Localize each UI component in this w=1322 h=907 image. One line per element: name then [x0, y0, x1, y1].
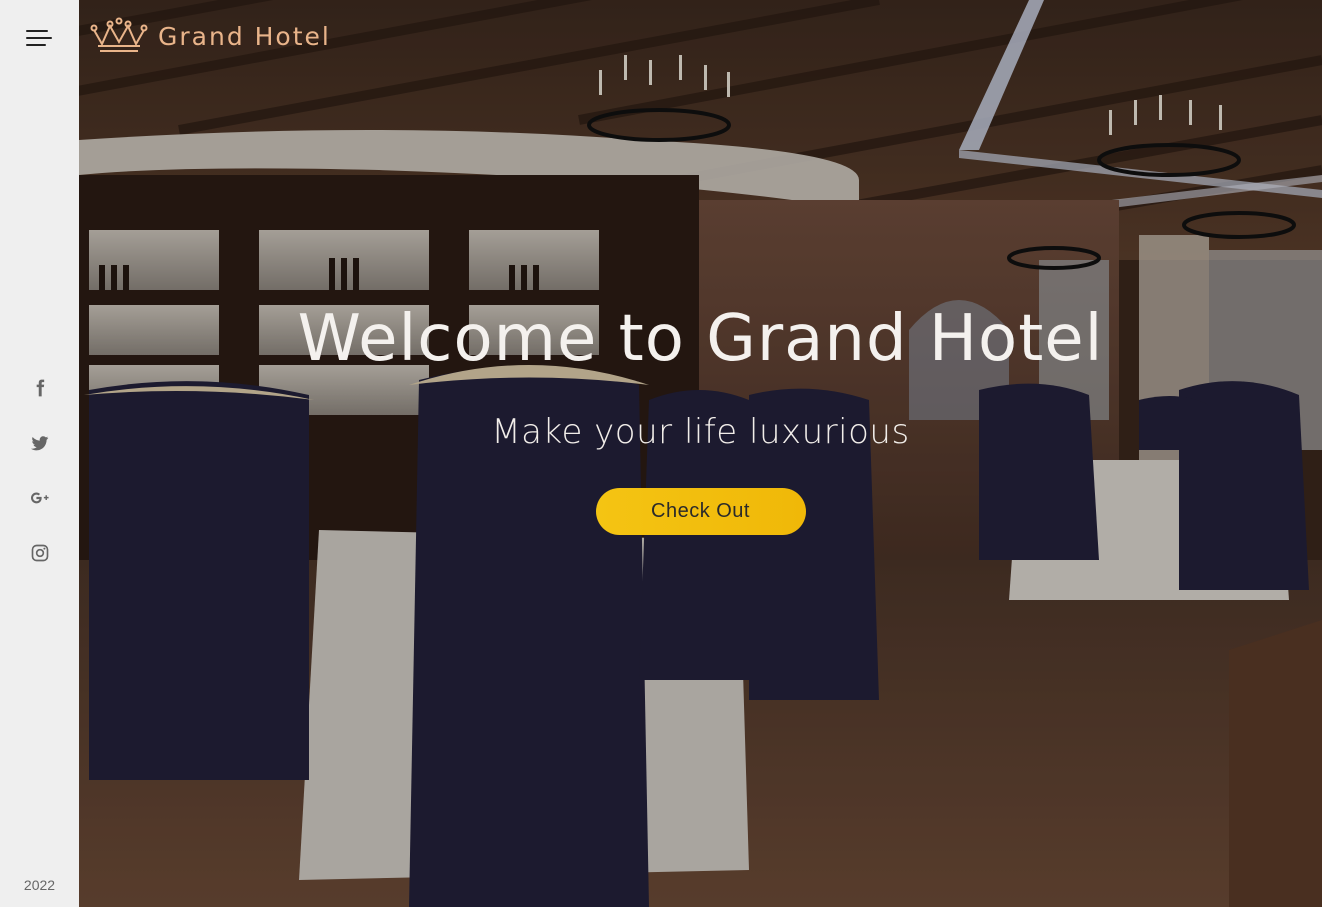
facebook-icon: [36, 379, 44, 396]
hero-section: Grand Hotel Welcome to Grand Hotel Make …: [79, 0, 1322, 907]
social-links: [0, 360, 79, 580]
hero-subtitle: Make your life luxurious: [491, 412, 910, 452]
google-plus-icon: [30, 492, 49, 503]
hero-content: Welcome to Grand Hotel Make your life lu…: [79, 302, 1322, 535]
check-out-button[interactable]: Check Out: [595, 488, 806, 535]
brand-name: Grand Hotel: [158, 21, 331, 51]
crown-icon: [90, 17, 148, 52]
instagram-link[interactable]: [0, 525, 79, 580]
instagram-icon: [31, 544, 48, 561]
hero-title: Welcome to Grand Hotel: [297, 302, 1104, 376]
copyright-year: 2022: [23, 877, 56, 893]
twitter-icon: [30, 435, 48, 450]
brand[interactable]: Grand Hotel: [88, 16, 331, 56]
google-plus-link[interactable]: [0, 470, 79, 525]
sidebar: 2022: [0, 0, 79, 907]
twitter-link[interactable]: [0, 415, 79, 470]
facebook-link[interactable]: [0, 360, 79, 415]
hamburger-menu-icon[interactable]: [26, 28, 54, 50]
